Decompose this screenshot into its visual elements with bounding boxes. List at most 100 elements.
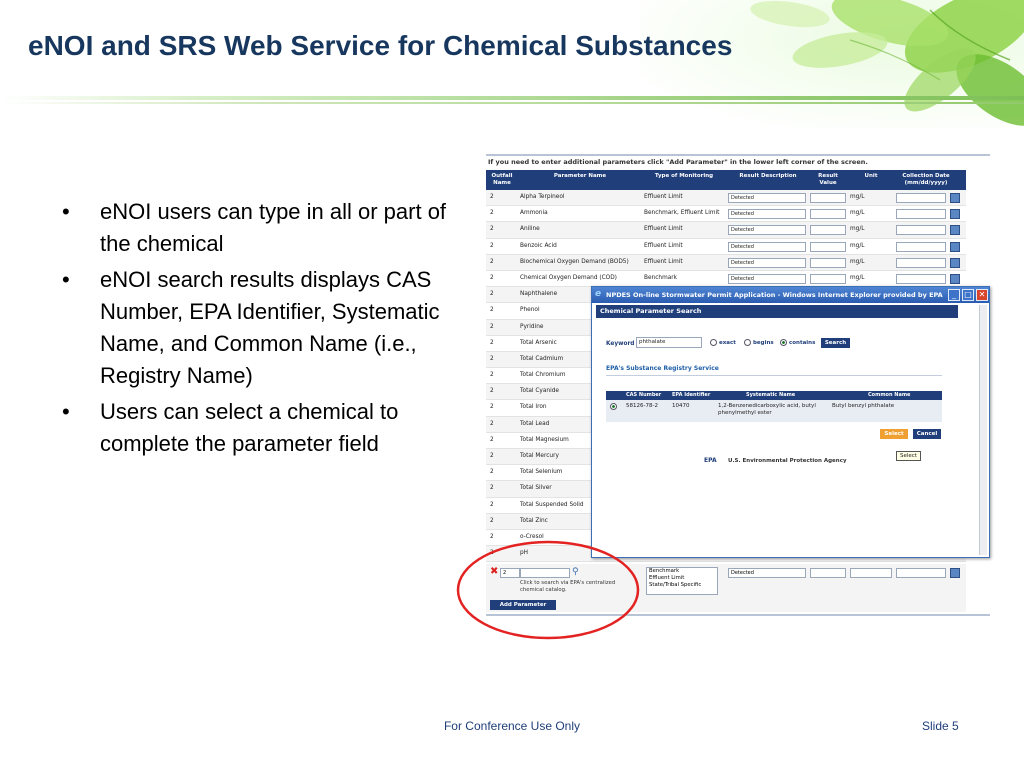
unit-cell: mg/L xyxy=(850,226,865,233)
outfall-cell: 2 xyxy=(490,404,494,411)
minimize-icon[interactable]: _ xyxy=(948,289,960,301)
registry-heading: EPA's Substance Registry Service xyxy=(606,365,719,372)
parameter-cell: Total Magnesium xyxy=(520,436,569,443)
outfall-cell: 2 xyxy=(490,226,494,233)
result-description-select[interactable]: Detected xyxy=(728,241,806,252)
bullet-dot-icon: • xyxy=(62,199,70,224)
lookup-icon[interactable]: ⚲ xyxy=(572,567,582,577)
outfall-cell: 2 xyxy=(490,517,494,524)
collection-date-input[interactable] xyxy=(896,241,946,252)
calendar-icon[interactable] xyxy=(950,193,960,203)
parameter-cell: Total Cadmium xyxy=(520,355,564,362)
add-parameter-button[interactable]: Add Parameter xyxy=(490,600,556,610)
unit-cell: mg/L xyxy=(850,274,865,281)
select-tooltip: Select xyxy=(896,451,921,461)
table-row[interactable]: 58126-78-2 10470 1,2-Benzenedicarboxylic… xyxy=(606,400,942,422)
collection-date-input[interactable] xyxy=(896,273,946,284)
window-scrollbar[interactable] xyxy=(979,305,987,555)
parameter-cell: Naphthalene xyxy=(520,291,558,298)
parameter-cell: Alpha Terpineol xyxy=(520,194,565,200)
calendar-icon[interactable] xyxy=(950,257,960,268)
slide-number: Slide 5 xyxy=(922,719,959,733)
outfall-cell: 2 xyxy=(490,258,494,265)
outfall-cell: 2 xyxy=(490,533,494,540)
parameter-cell: Benzoic Acid xyxy=(520,242,557,249)
browser-icon: e xyxy=(595,289,602,299)
outfall-cell: 2 xyxy=(490,307,494,314)
outfall-cell: 2 xyxy=(490,291,494,298)
result-description-select[interactable]: Detected xyxy=(728,273,806,284)
list-item[interactable]: Benchmark xyxy=(649,568,717,575)
leaf-decoration xyxy=(640,0,1024,128)
table-row: 2 Benzoic Acid Effluent Limit Detected mg/L xyxy=(486,239,966,255)
calendar-icon[interactable] xyxy=(950,241,960,252)
table-row: 2 Biochemical Oxygen Demand (BOD5) Effluen… xyxy=(486,254,966,271)
monitoring-cell: Effluent Limit xyxy=(644,194,683,200)
result-description-select[interactable]: Detected xyxy=(728,209,806,220)
calendar-icon[interactable] xyxy=(950,209,960,220)
cancel-button[interactable]: Cancel xyxy=(913,429,941,439)
option-contains[interactable]: contains xyxy=(780,339,815,346)
result-value-input[interactable] xyxy=(810,193,846,203)
outfall-cell: 2 xyxy=(490,501,494,508)
result-value-input[interactable] xyxy=(810,241,846,252)
results-header: CAS Number EPA Identifier Systematic Nam… xyxy=(606,391,942,400)
common-name: Butyl benzyl phthalate xyxy=(832,403,895,409)
header-divider xyxy=(0,96,1024,106)
parameter-cell: Total Cyanide xyxy=(520,388,559,395)
outfall-cell: 2 xyxy=(490,194,494,200)
collection-date-input[interactable] xyxy=(896,193,946,203)
parameter-cell: Total Lead xyxy=(520,420,550,427)
result-description-select[interactable]: Detected xyxy=(728,225,806,236)
outfall-cell: 2 xyxy=(490,355,494,362)
unit-select[interactable] xyxy=(850,568,892,578)
search-button[interactable]: Search xyxy=(821,338,850,348)
outfall-cell: 2 xyxy=(490,420,494,427)
result-description-select[interactable]: Detected xyxy=(728,568,806,578)
radio-icon xyxy=(710,339,717,346)
option-exact[interactable]: exact xyxy=(710,339,736,346)
list-item[interactable]: State/Tribal Specific xyxy=(649,582,717,589)
parameter-cell: Aniline xyxy=(520,226,540,233)
parameter-cell: Total Zinc xyxy=(520,517,548,524)
calendar-icon[interactable] xyxy=(950,225,960,236)
keyword-label: Keyword xyxy=(606,341,635,347)
bullet-item: • eNOI users can type in all or part of t… xyxy=(62,196,462,260)
result-radio-icon[interactable] xyxy=(610,403,617,410)
result-description-select[interactable]: Detected xyxy=(728,193,806,203)
calendar-icon[interactable] xyxy=(950,568,960,578)
parameter-cell: pH xyxy=(520,550,529,557)
collection-date-input[interactable] xyxy=(896,257,946,268)
close-icon[interactable]: ✕ xyxy=(976,289,988,301)
col-parameter: Parameter Name xyxy=(553,173,607,179)
outfall-select[interactable]: 2 xyxy=(500,568,520,578)
window-title: NPDES On-line Stormwater Permit Applicat… xyxy=(592,287,989,303)
results-table: CAS Number EPA Identifier Systematic Nam… xyxy=(606,391,942,422)
col-result-value: Result Value xyxy=(818,173,838,186)
result-value-input[interactable] xyxy=(810,568,846,578)
collection-date-input[interactable] xyxy=(896,225,946,236)
result-description-select[interactable]: Detected xyxy=(728,257,806,268)
result-value-input[interactable] xyxy=(810,225,846,236)
delete-row-icon[interactable]: ✖ xyxy=(490,566,498,577)
collection-date-input[interactable] xyxy=(896,568,946,578)
result-value-input[interactable] xyxy=(810,257,846,268)
collection-date-input[interactable] xyxy=(896,209,946,220)
outfall-cell: 2 xyxy=(490,274,494,281)
outfall-cell: 2 xyxy=(490,323,494,330)
list-item[interactable]: Effluent Limit xyxy=(649,575,717,582)
epa-identifier: 10470 xyxy=(672,403,690,409)
option-begins[interactable]: begins xyxy=(744,339,774,346)
select-button[interactable]: Select xyxy=(880,429,908,439)
keyword-input[interactable]: phthalate xyxy=(636,337,702,348)
result-value-input[interactable] xyxy=(810,273,846,284)
monitoring-type-list[interactable]: Benchmark Effluent Limit State/Tribal Sp… xyxy=(646,567,718,595)
col-outfall: Outfall Name xyxy=(491,173,513,186)
calendar-icon[interactable] xyxy=(950,273,960,284)
parameter-cell: Total Chromium xyxy=(520,372,566,379)
maximize-icon[interactable]: □ xyxy=(962,289,974,301)
result-value-input[interactable] xyxy=(810,209,846,220)
parameter-input[interactable] xyxy=(520,568,570,578)
slide-title: eNOI and SRS Web Service for Chemical Su… xyxy=(28,30,733,61)
parameter-cell: Phenol xyxy=(520,307,540,314)
